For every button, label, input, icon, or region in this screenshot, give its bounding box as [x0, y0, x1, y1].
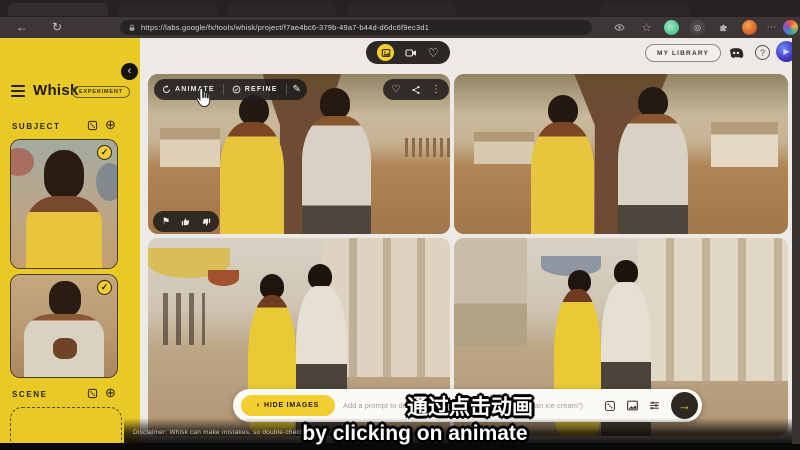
generated-image-2[interactable] [454, 74, 788, 234]
photo-man-head [614, 260, 637, 284]
photo-man-shirt [618, 114, 688, 234]
check-circle-icon [232, 85, 241, 94]
photo-house [160, 128, 220, 166]
browser-tab[interactable] [8, 3, 108, 16]
thumb-woman-head [44, 150, 84, 199]
photo-woman-yellow-top [220, 122, 283, 234]
randomize-subject-icon[interactable] [86, 119, 99, 132]
favorite-heart-button[interactable]: ♡ [386, 79, 406, 100]
subject-card-man[interactable]: ✓ [10, 274, 118, 378]
photo-man-head [638, 87, 668, 117]
photo-woman-yellow-top [531, 122, 594, 234]
selected-check-badge: ✓ [97, 145, 112, 160]
whisk-app-screenshot: ← ↻ https://labs.google/fx/tools/whisk/p… [0, 0, 800, 450]
thumb-woman-yellow-top [26, 196, 102, 268]
animate-icon [162, 85, 171, 94]
chevron-left-icon: ‹ [257, 402, 260, 409]
subtitle-chinese: 通过点击动画 [320, 391, 620, 421]
browser-address-bar: ← ↻ https://labs.google/fx/tools/whisk/p… [0, 17, 800, 38]
thumbs-up-icon [181, 217, 191, 227]
experiment-badge: EXPERIMENT [72, 86, 130, 98]
share-icon [411, 85, 421, 95]
lock-icon [128, 24, 136, 32]
discord-icon[interactable] [727, 44, 745, 62]
browser-tab[interactable] [118, 3, 218, 16]
bookmark-star-icon[interactable]: ☆ [639, 20, 654, 35]
extension-avatar-orange[interactable] [742, 20, 757, 35]
selected-check-badge: ✓ [97, 280, 112, 295]
mode-switcher: ♡ [366, 41, 450, 64]
sidebar: Whisk EXPERIMENT SUBJECT ⊕ ✓ ✓ SCENE ⊕ [0, 38, 140, 450]
thumbs-down-icon [201, 217, 211, 227]
scene-section-label: SCENE [12, 390, 48, 399]
thumbs-up-button[interactable] [176, 211, 196, 232]
thumb-man-head [49, 281, 81, 316]
subject-section-label: SUBJECT [12, 122, 61, 131]
report-flag-button[interactable]: ⚑ [156, 211, 176, 232]
thumbs-down-button[interactable] [196, 211, 216, 232]
photo-man-head [320, 88, 350, 118]
mouse-cursor-hand [193, 86, 215, 110]
photo-canopy [454, 74, 788, 116]
randomize-scene-icon[interactable] [86, 387, 99, 400]
photo-man-shirt [302, 116, 371, 234]
url-text: https://labs.google/fx/tools/whisk/proje… [141, 23, 429, 32]
photo-house [711, 122, 778, 167]
extension-icon-green[interactable] [664, 20, 679, 35]
browser-menu-icon[interactable]: ⋯ [764, 20, 779, 35]
photo-buildings [454, 238, 527, 347]
photo-buildings [638, 238, 788, 381]
image-hover-toolbar: ANIMATE REFINE ✎ [154, 79, 307, 100]
browser-profile-avatar[interactable] [783, 20, 798, 35]
add-subject-icon[interactable]: ⊕ [104, 118, 117, 131]
subtitle-english: by clicking on animate [265, 422, 565, 446]
menu-burger-icon[interactable] [11, 85, 25, 97]
help-icon[interactable]: ? [755, 45, 770, 60]
image-actions: ♡ ⋮ [383, 79, 449, 100]
extension-icon-dark[interactable]: ◎ [690, 20, 705, 35]
media-image-icon[interactable] [621, 395, 643, 417]
settings-tune-icon[interactable] [643, 395, 665, 417]
thumb-blur-blob [96, 163, 118, 201]
browser-tab[interactable] [228, 3, 336, 16]
extensions-puzzle-icon[interactable] [716, 20, 731, 35]
browser-tab[interactable] [600, 3, 690, 16]
browser-tab-strip [0, 0, 800, 17]
refresh-icon[interactable]: ↻ [52, 19, 62, 36]
window-right-edge [792, 38, 800, 444]
back-icon[interactable]: ← [16, 19, 28, 36]
thumb-man-hands [53, 338, 76, 358]
photo-woman-head [548, 95, 578, 125]
share-button[interactable] [406, 79, 426, 100]
url-bar[interactable]: https://labs.google/fx/tools/whisk/proje… [120, 20, 592, 35]
image-feedback: ⚑ [153, 211, 219, 232]
generate-arrow-button[interactable]: → [671, 392, 698, 419]
browser-tab[interactable] [348, 3, 456, 16]
add-scene-icon[interactable]: ⊕ [104, 386, 117, 399]
sidebar-collapse-button[interactable]: ‹ [121, 63, 138, 80]
subject-card-woman[interactable]: ✓ [10, 139, 118, 269]
refine-button[interactable]: REFINE [224, 79, 286, 100]
password-eye-icon[interactable] [612, 20, 627, 35]
photo-fence [405, 138, 450, 157]
edit-pen-button[interactable]: ✎ [287, 79, 307, 100]
photo-crowd [163, 293, 205, 344]
tab-favorites-heart[interactable]: ♡ [428, 46, 439, 60]
photo-house [474, 132, 534, 164]
tab-video-mode[interactable] [405, 47, 417, 59]
more-options-button[interactable]: ⋮ [426, 79, 446, 100]
photo-umbrella-red [208, 270, 238, 286]
tab-image-mode[interactable] [377, 44, 394, 61]
my-library-button[interactable]: MY LIBRARY [645, 44, 721, 62]
